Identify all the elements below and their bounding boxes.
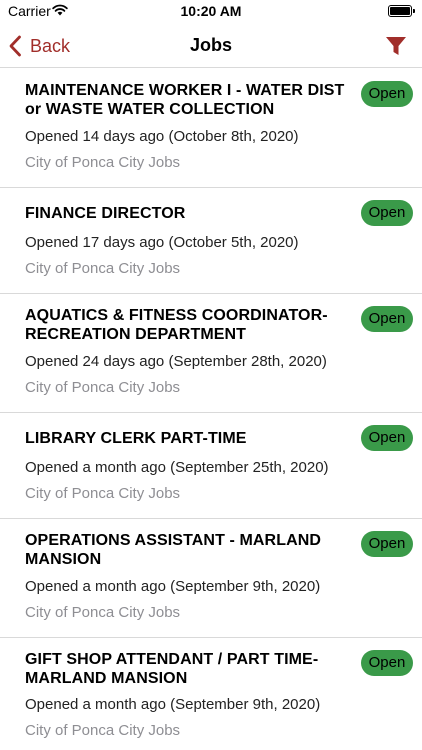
job-opened-date: Opened 17 days ago (October 5th, 2020) <box>25 234 299 251</box>
status-badge: Open <box>361 81 413 107</box>
funnel-icon <box>386 37 406 55</box>
status-badge: Open <box>361 531 413 557</box>
status-badge: Open <box>361 650 413 676</box>
job-source: City of Ponca City Jobs <box>25 154 181 171</box>
job-opened-date: Opened a month ago (September 9th, 2020) <box>25 696 321 713</box>
clock: 10:20 AM <box>180 3 242 19</box>
job-opened-date: Opened 14 days ago (October 8th, 2020) <box>25 128 299 145</box>
job-opened-date: Opened 24 days ago (September 28th, 2020… <box>25 353 327 370</box>
job-title: MAINTENANCE WORKER I - WATER DIST or WAS… <box>25 82 345 118</box>
job-row[interactable]: OPERATIONS ASSISTANT - MARLAND MANSION O… <box>0 519 422 638</box>
job-title: OPERATIONS ASSISTANT - MARLAND MANSION <box>25 532 322 568</box>
job-row[interactable]: GIFT SHOP ATTENDANT / PART TIME-MARLAND … <box>0 638 422 750</box>
status-badge: Open <box>361 306 413 332</box>
job-source: City of Ponca City Jobs <box>25 485 181 502</box>
filter-button[interactable] <box>384 34 408 58</box>
job-opened-date: Opened a month ago (September 9th, 2020) <box>25 578 321 595</box>
job-source: City of Ponca City Jobs <box>25 379 181 396</box>
navigation-bar: Back Jobs <box>0 24 422 68</box>
job-source: City of Ponca City Jobs <box>25 260 181 277</box>
job-source: City of Ponca City Jobs <box>25 722 181 739</box>
job-source: City of Ponca City Jobs <box>25 604 181 621</box>
job-title: FINANCE DIRECTOR <box>25 205 186 222</box>
job-row[interactable]: AQUATICS & FITNESS COORDINATOR-RECREATIO… <box>0 294 422 413</box>
job-list: MAINTENANCE WORKER I - WATER DIST or WAS… <box>0 69 422 750</box>
job-title: GIFT SHOP ATTENDANT / PART TIME-MARLAND … <box>25 651 319 687</box>
job-row[interactable]: MAINTENANCE WORKER I - WATER DIST or WAS… <box>0 69 422 188</box>
job-row[interactable]: FINANCE DIRECTOR Opened 17 days ago (Oct… <box>0 188 422 294</box>
status-badge: Open <box>361 425 413 451</box>
status-badge: Open <box>361 200 413 226</box>
page-title: Jobs <box>189 35 232 55</box>
job-title: AQUATICS & FITNESS COORDINATOR-RECREATIO… <box>25 307 328 343</box>
battery-icon <box>388 5 415 17</box>
job-row[interactable]: LIBRARY CLERK PART-TIME Opened a month a… <box>0 413 422 519</box>
job-title: LIBRARY CLERK PART-TIME <box>25 430 247 447</box>
job-opened-date: Opened a month ago (September 25th, 2020… <box>25 459 329 476</box>
status-bar: Carrier 10:20 AM <box>0 0 422 24</box>
